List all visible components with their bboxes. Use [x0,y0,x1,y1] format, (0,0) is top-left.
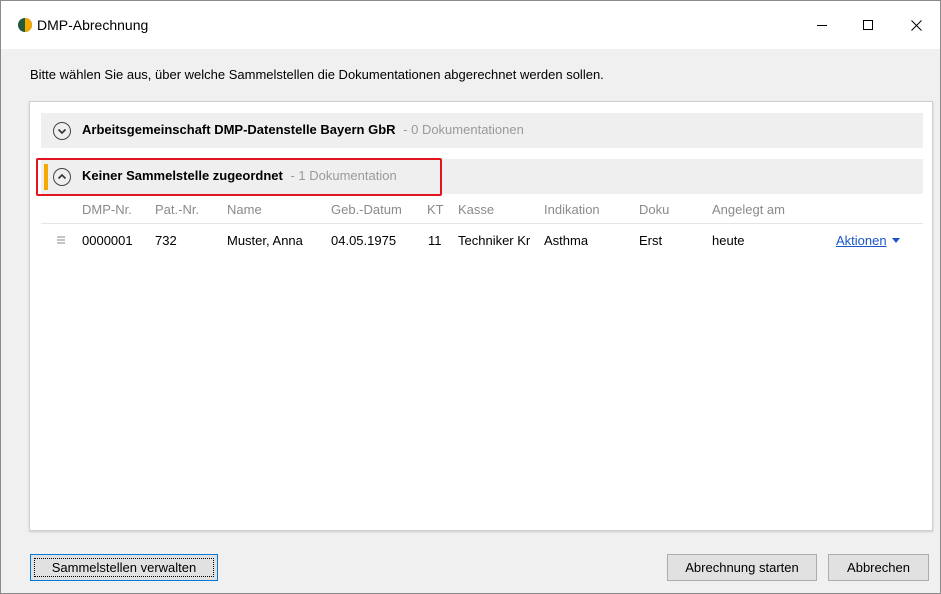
manage-sammelstellen-button[interactable]: Sammelstellen verwalten [30,554,218,581]
column-header-doku[interactable]: Doku [639,202,669,217]
chevron-down-icon[interactable] [53,122,71,140]
column-header-angelegt-am[interactable]: Angelegt am [712,202,785,217]
maximize-button[interactable] [845,1,891,49]
cell-angelegt-am: heute [712,233,745,248]
maximize-icon [863,20,873,30]
column-header-pat-nr[interactable]: Pat.-Nr. [155,202,199,217]
column-header-kt[interactable]: KT [427,202,444,217]
start-abrechnung-button[interactable]: Abrechnung starten [667,554,817,581]
column-header-name[interactable]: Name [227,202,262,217]
cell-kt: 11 [428,233,442,248]
close-icon [910,19,922,31]
group-count: - 0 Dokumentationen [403,122,524,137]
cell-doku: Erst [639,233,663,248]
minimize-button[interactable] [799,1,845,49]
minimize-icon [817,25,827,26]
group-count: - 1 Dokumentation [290,168,397,183]
instruction-text: Bitte wählen Sie aus, über welche Sammel… [30,67,604,82]
column-header-kasse[interactable]: Kasse [458,202,494,217]
cell-indikation: Asthma [544,233,589,248]
app-logo-icon [18,18,32,32]
dmp-abrechnung-dialog: DMP-Abrechnung Bitte wählen Sie aus, übe… [0,0,941,594]
cell-pat-nr: 732 [155,233,177,248]
column-header-dmp-nr[interactable]: DMP-Nr. [82,202,132,217]
chevron-up-icon[interactable] [53,168,71,186]
cancel-button[interactable]: Abbrechen [828,554,929,581]
aktionen-label: Aktionen [836,233,887,248]
sammelstellen-panel: Arbeitsgemeinschaft DMP-Datenstelle Baye… [29,101,933,531]
aktionen-dropdown[interactable]: Aktionen [836,233,900,248]
column-header-geb-datum[interactable]: Geb.-Datum [331,202,402,217]
close-button[interactable] [893,1,939,49]
drag-handle-icon[interactable] [56,235,66,245]
group-title: Arbeitsgemeinschaft DMP-Datenstelle Baye… [82,122,396,137]
selection-accent-bar [44,164,48,190]
window-title: DMP-Abrechnung [37,17,149,33]
cell-geb-datum: 04.05.1975 [331,233,397,248]
group-header-unassigned[interactable]: Keiner Sammelstelle zugeordnet - 1 Dokum… [41,159,923,194]
table-row[interactable]: 0000001 732 Muster, Anna 04.05.1975 11 T… [41,225,923,255]
group-header-bayern[interactable]: Arbeitsgemeinschaft DMP-Datenstelle Baye… [41,113,923,148]
group-title: Keiner Sammelstelle zugeordnet [82,168,283,183]
cell-name: Muster, Anna [227,233,303,248]
caret-down-icon [891,238,900,244]
title-bar: DMP-Abrechnung [1,1,940,49]
cell-kasse: Techniker Kr [458,233,531,248]
cell-dmp-nr: 0000001 [82,233,133,248]
header-divider [41,223,923,224]
column-header-indikation[interactable]: Indikation [544,202,600,217]
